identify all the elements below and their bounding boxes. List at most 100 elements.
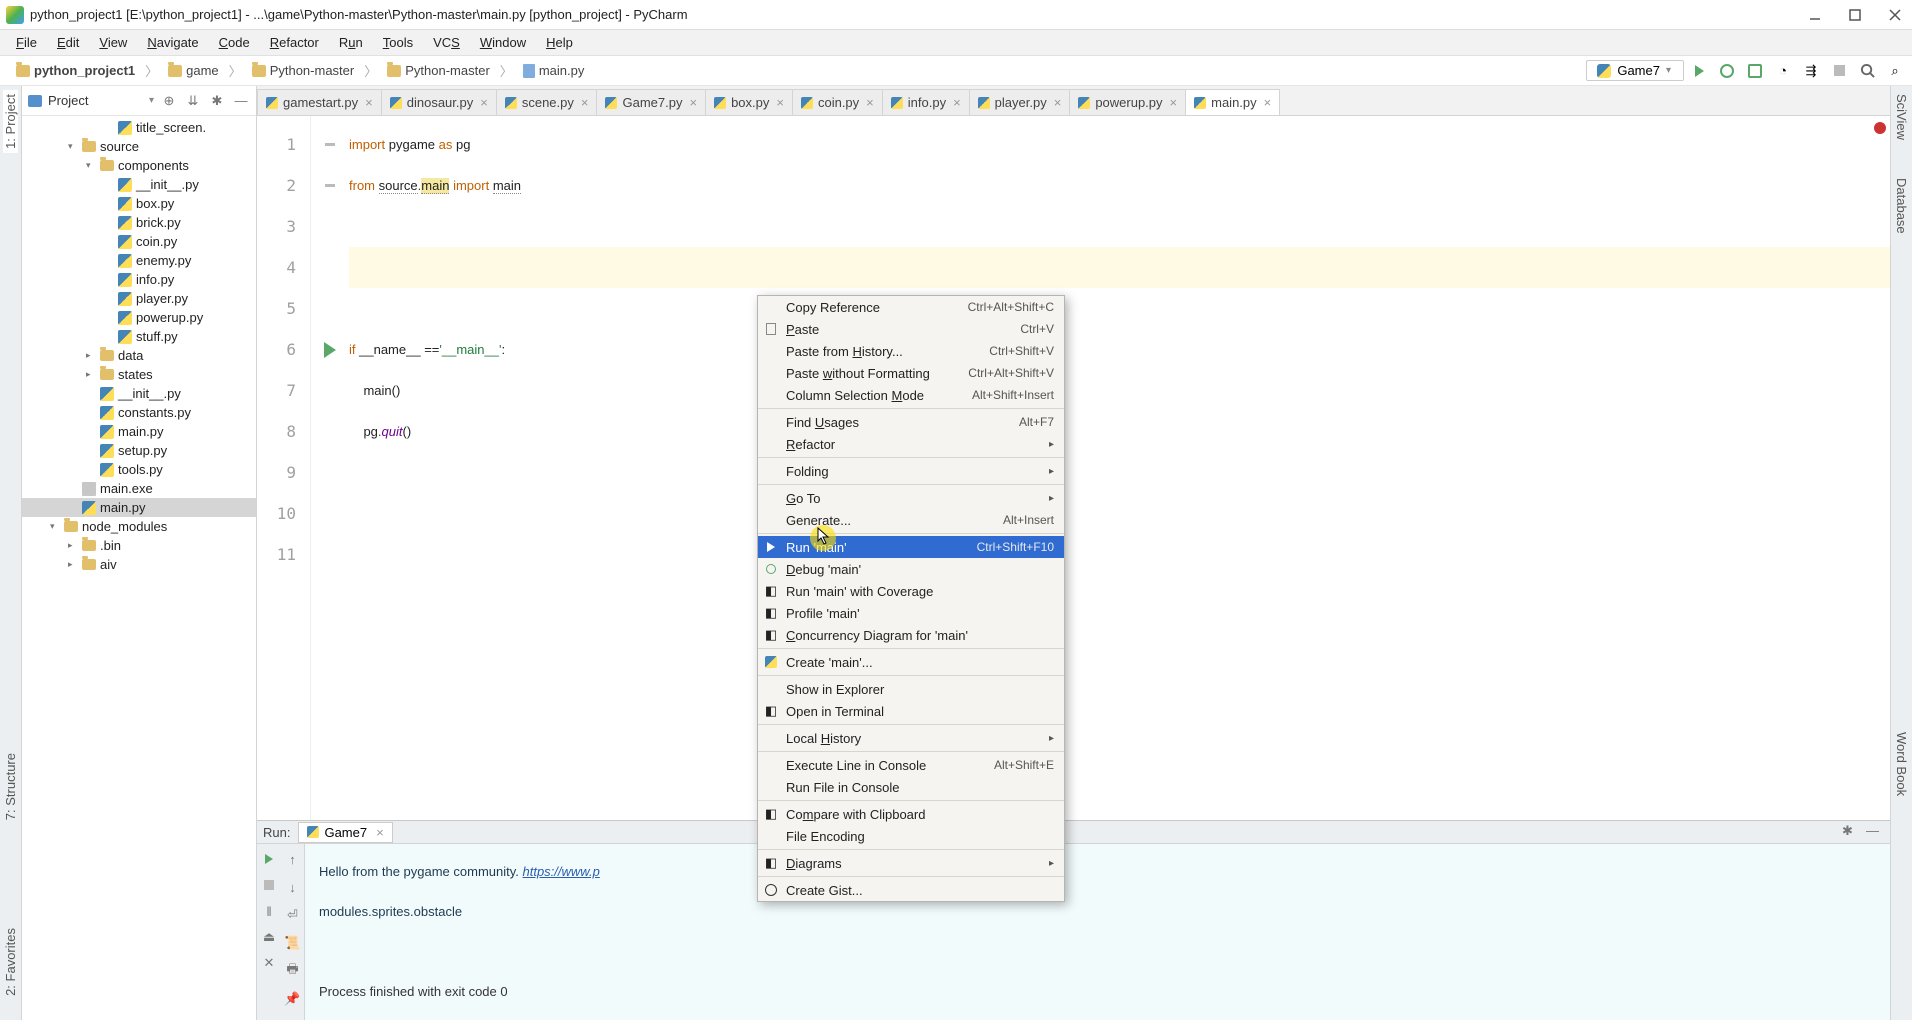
tree-item[interactable]: constants.py	[22, 403, 256, 422]
context-menu-item[interactable]: Paste from History...Ctrl+Shift+V	[758, 340, 1064, 362]
close-icon[interactable]: ×	[376, 825, 384, 840]
context-menu-item[interactable]: Go To▸	[758, 487, 1064, 509]
tree-item[interactable]: ▸aiv	[22, 555, 256, 574]
tree-item[interactable]: ▾node_modules	[22, 517, 256, 536]
console-link[interactable]: https://www.p	[523, 864, 600, 879]
context-menu-item[interactable]: Run 'main'Ctrl+Shift+F10	[758, 536, 1064, 558]
editor-tab[interactable]: coin.py×	[792, 89, 883, 115]
close-icon[interactable]: ×	[1170, 95, 1178, 110]
tree-item[interactable]: __init__.py	[22, 175, 256, 194]
context-menu-item[interactable]: ◧Compare with Clipboard	[758, 803, 1064, 825]
tool-tab-database[interactable]: Database	[1894, 174, 1909, 238]
tool-tab-favorites[interactable]: 2: Favorites	[3, 924, 18, 1000]
menu-item[interactable]: Code	[211, 33, 258, 52]
collapse-icon[interactable]: ⇊	[184, 92, 202, 110]
close-icon[interactable]: ×	[480, 95, 488, 110]
menu-item[interactable]: Edit	[49, 33, 87, 52]
tree-item[interactable]: ▸.bin	[22, 536, 256, 555]
menu-item[interactable]: File	[8, 33, 45, 52]
tree-item[interactable]: enemy.py	[22, 251, 256, 270]
run-button[interactable]	[1690, 62, 1708, 80]
tree-item[interactable]: brick.py	[22, 213, 256, 232]
editor-tab[interactable]: box.py×	[705, 89, 793, 115]
tree-item[interactable]: setup.py	[22, 441, 256, 460]
scroll-button[interactable]: 📜	[284, 934, 302, 952]
print-button[interactable]: 🖶	[284, 962, 302, 980]
context-menu-item[interactable]: Find UsagesAlt+F7	[758, 411, 1064, 433]
run-console[interactable]: Hello from the pygame community. https:/…	[305, 844, 1890, 1020]
tree-item[interactable]: powerup.py	[22, 308, 256, 327]
fold-icon[interactable]	[325, 184, 335, 187]
settings-icon[interactable]: ✱	[208, 92, 226, 110]
code-editor[interactable]: import pygame as pg from source.main imp…	[349, 116, 1890, 820]
breadcrumb-item[interactable]: Python-master	[244, 61, 363, 80]
run-tab[interactable]: Game7 ×	[298, 822, 392, 843]
tree-item[interactable]: info.py	[22, 270, 256, 289]
error-stripe-icon[interactable]	[1874, 122, 1886, 134]
locate-icon[interactable]: ⊕	[160, 92, 178, 110]
run-config-selector[interactable]: Game7 ▾	[1586, 60, 1684, 81]
tree-item[interactable]: ▸states	[22, 365, 256, 384]
breadcrumb-item[interactable]: python_project1	[8, 61, 143, 80]
find-button[interactable]: ⌕	[1886, 62, 1904, 80]
menu-item[interactable]: VCS	[425, 33, 468, 52]
close-icon[interactable]: ×	[953, 95, 961, 110]
context-menu-item[interactable]: Column Selection ModeAlt+Shift+Insert	[758, 384, 1064, 406]
search-button[interactable]	[1858, 62, 1876, 80]
tree-item[interactable]: title_screen.	[22, 118, 256, 137]
hide-icon[interactable]: —	[1866, 823, 1884, 841]
context-menu-item[interactable]: ◧Diagrams▸	[758, 852, 1064, 874]
context-menu-item[interactable]: ◧Concurrency Diagram for 'main'	[758, 624, 1064, 646]
context-menu-item[interactable]: Debug 'main'	[758, 558, 1064, 580]
context-menu-item[interactable]: Show in Explorer	[758, 678, 1064, 700]
menu-item[interactable]: Refactor	[262, 33, 327, 52]
menu-item[interactable]: Window	[472, 33, 534, 52]
run-line-icon[interactable]	[324, 342, 336, 358]
close-icon[interactable]: ×	[1264, 95, 1272, 110]
tool-tab-project[interactable]: 1: Project	[3, 90, 18, 153]
close-icon[interactable]: ×	[776, 95, 784, 110]
minimize-button[interactable]	[1808, 8, 1822, 22]
breadcrumb-item[interactable]: main.py	[515, 61, 593, 80]
menu-item[interactable]: View	[91, 33, 135, 52]
tool-tab-sciview[interactable]: SciView	[1894, 90, 1909, 144]
hide-icon[interactable]: —	[232, 92, 250, 110]
tree-item[interactable]: box.py	[22, 194, 256, 213]
chevron-down-icon[interactable]: ▾	[149, 95, 154, 106]
concurrency-button[interactable]: ⇶	[1802, 62, 1820, 80]
context-menu-item[interactable]: File Encoding	[758, 825, 1064, 847]
editor-tab[interactable]: scene.py×	[496, 89, 598, 115]
context-menu-item[interactable]: Copy ReferenceCtrl+Alt+Shift+C	[758, 296, 1064, 318]
context-menu-item[interactable]: Execute Line in ConsoleAlt+Shift+E	[758, 754, 1064, 776]
editor-tab[interactable]: Game7.py×	[596, 89, 706, 115]
close-button[interactable]: ✕	[260, 954, 278, 972]
breadcrumb-item[interactable]: Python-master	[379, 61, 498, 80]
context-menu-item[interactable]: ◧Run 'main' with Coverage	[758, 580, 1064, 602]
down-button[interactable]: ↓	[284, 878, 302, 896]
tree-item[interactable]: ▾components	[22, 156, 256, 175]
tree-item[interactable]: main.exe	[22, 479, 256, 498]
context-menu-item[interactable]: Folding▸	[758, 460, 1064, 482]
menu-item[interactable]: Navigate	[139, 33, 206, 52]
fold-icon[interactable]	[325, 143, 335, 146]
tree-item[interactable]: main.py	[22, 498, 256, 517]
tool-tab-structure[interactable]: 7: Structure	[3, 749, 18, 824]
context-menu-item[interactable]: ◧Open in Terminal	[758, 700, 1064, 722]
context-menu-item[interactable]: Run File in Console	[758, 776, 1064, 798]
tree-item[interactable]: coin.py	[22, 232, 256, 251]
coverage-button[interactable]	[1746, 62, 1764, 80]
tree-item[interactable]: __init__.py	[22, 384, 256, 403]
tree-item[interactable]: main.py	[22, 422, 256, 441]
rerun-button[interactable]	[260, 850, 278, 868]
close-icon[interactable]: ×	[1054, 95, 1062, 110]
pause-button[interactable]: ‖	[260, 902, 278, 920]
context-menu-item[interactable]: Create 'main'...	[758, 651, 1064, 673]
menu-item[interactable]: Help	[538, 33, 581, 52]
editor-tab[interactable]: info.py×	[882, 89, 970, 115]
close-icon[interactable]: ×	[689, 95, 697, 110]
tool-tab-wordbook[interactable]: Word Book	[1894, 728, 1909, 800]
menu-item[interactable]: Run	[331, 33, 371, 52]
context-menu-item[interactable]: PasteCtrl+V	[758, 318, 1064, 340]
editor-tab[interactable]: player.py×	[969, 89, 1071, 115]
profile-button[interactable]: ◔	[1774, 62, 1792, 80]
